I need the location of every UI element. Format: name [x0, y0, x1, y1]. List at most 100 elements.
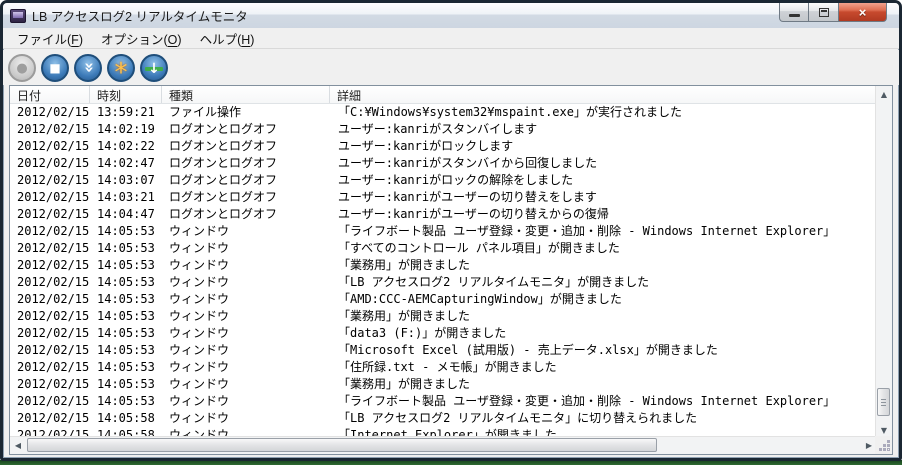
table-row[interactable]: 2012/02/1514:05:53ウィンドウ「LB アクセスログ2 リアルタイ… [10, 274, 875, 291]
cell-detail: 「ライフボート製品 ユーザ登録・変更・追加・削除 - Windows Inter… [330, 393, 875, 410]
table-row[interactable]: 2012/02/1513:59:21ファイル操作「C:¥Windows¥syst… [10, 104, 875, 121]
table-row[interactable]: 2012/02/1514:02:22ログオンとログオフユーザー:kanriがロッ… [10, 138, 875, 155]
cell-time: 14:03:21 [90, 189, 162, 206]
window-title: LB アクセスログ2 リアルタイムモニタ [32, 6, 248, 25]
cell-type: ウィンドウ [162, 274, 330, 291]
screen: LB アクセスログ2 リアルタイムモニタ × ファイル(F) オプション(O) … [0, 0, 902, 465]
menu-file-accel: F [71, 33, 79, 47]
cell-time: 14:05:53 [90, 376, 162, 393]
column-header-type[interactable]: 種類 [162, 86, 330, 103]
toolbar: ● ■ » * ↓ [3, 50, 899, 85]
table-row-partial[interactable]: 2012/02/1514:05:58ウィンドウ「Internet Explore… [10, 427, 875, 436]
table-row[interactable]: 2012/02/1514:05:53ウィンドウ「data3 (F:)」が開きまし… [10, 325, 875, 342]
cell-time: 14:05:53 [90, 223, 162, 240]
horizontal-scroll-thumb[interactable] [27, 438, 657, 452]
cell-time: 14:05:53 [90, 308, 162, 325]
title-bar[interactable]: LB アクセスログ2 リアルタイムモニタ [3, 3, 899, 28]
cell-date: 2012/02/15 [10, 308, 90, 325]
cell-date: 2012/02/15 [10, 325, 90, 342]
table-row[interactable]: 2012/02/1514:05:53ウィンドウ「Microsoft Excel … [10, 342, 875, 359]
menu-help-accel: H [241, 33, 250, 47]
table-row[interactable]: 2012/02/1514:02:19ログオンとログオフユーザー:kanriがスタ… [10, 121, 875, 138]
table-row[interactable]: 2012/02/1514:05:58ウィンドウ「LB アクセスログ2 リアルタイ… [10, 410, 875, 427]
cell-detail: 「業務用」が開きました [330, 308, 875, 325]
log-listview: 日付 時刻 種類 詳細 2012/02/1513:59:21ファイル操作「C:¥… [9, 85, 893, 455]
cell-time: 14:05:53 [90, 257, 162, 274]
minimize-button[interactable] [779, 3, 809, 22]
table-row[interactable]: 2012/02/1514:03:21ログオンとログオフユーザー:kanriがユー… [10, 189, 875, 206]
cell-type: ウィンドウ [162, 223, 330, 240]
table-row[interactable]: 2012/02/1514:05:53ウィンドウ「業務用」が開きました [10, 376, 875, 393]
menu-options[interactable]: オプション(O) [92, 27, 191, 50]
menu-options-close: ) [177, 33, 181, 47]
table-row[interactable]: 2012/02/1514:05:53ウィンドウ「すべてのコントロール パネル項目… [10, 240, 875, 257]
cell-detail: 「ライフボート製品 ユーザ登録・変更・追加・削除 - Windows Inter… [330, 223, 875, 240]
resize-grip[interactable] [888, 449, 889, 450]
cell-detail: 「LB アクセスログ2 リアルタイムモニタ」が開きました [330, 274, 875, 291]
menu-help-label: ヘルプ( [200, 33, 242, 47]
auto-marker-button[interactable]: ↓ [140, 54, 168, 82]
cell-time: 14:05:53 [90, 359, 162, 376]
cell-detail: ユーザー:kanriがロックの解除をしました [330, 172, 875, 189]
close-button[interactable]: × [839, 3, 887, 22]
cell-detail: 「業務用」が開きました [330, 257, 875, 274]
column-header-date[interactable]: 日付 [10, 86, 90, 103]
cell-date: 2012/02/15 [10, 342, 90, 359]
cell-type: ウィンドウ [162, 376, 330, 393]
table-row[interactable]: 2012/02/1514:05:53ウィンドウ「業務用」が開きました [10, 257, 875, 274]
scroll-left-icon[interactable]: ◀ [10, 437, 26, 454]
cell-type: ウィンドウ [162, 325, 330, 342]
horizontal-scrollbar[interactable]: ◀ ▶ [10, 436, 877, 454]
cell-detail: 「LB アクセスログ2 リアルタイムモニタ」に切り替えられました [330, 410, 875, 427]
app-icon [10, 9, 26, 23]
column-header-time[interactable]: 時刻 [90, 86, 162, 103]
stop-button[interactable]: ■ [41, 54, 69, 82]
cell-time: 14:05:53 [90, 342, 162, 359]
cell-time: 14:05:53 [90, 274, 162, 291]
scroll-latest-button[interactable]: » [74, 54, 102, 82]
menu-bar: ファイル(F) オプション(O) ヘルプ(H) [3, 28, 899, 49]
table-row[interactable]: 2012/02/1514:02:47ログオンとログオフユーザー:kanriがスタ… [10, 155, 875, 172]
table-row[interactable]: 2012/02/1514:05:53ウィンドウ「業務用」が開きました [10, 308, 875, 325]
cell-type: ウィンドウ [162, 240, 330, 257]
record-button[interactable]: ● [8, 54, 36, 82]
star-icon: * [115, 60, 128, 86]
cell-detail: 「data3 (F:)」が開きました [330, 325, 875, 342]
cell-type: ログオンとログオフ [162, 189, 330, 206]
menu-file[interactable]: ファイル(F) [8, 27, 92, 50]
cell-date: 2012/02/15 [10, 138, 90, 155]
table-row[interactable]: 2012/02/1514:05:53ウィンドウ「AMD:CCC-AEMCaptu… [10, 291, 875, 308]
cell-date: 2012/02/15 [10, 121, 90, 138]
menu-help-close: ) [250, 33, 254, 47]
cell-date: 2012/02/15 [10, 274, 90, 291]
cell-type: ログオンとログオフ [162, 121, 330, 138]
cell-date: 2012/02/15 [10, 359, 90, 376]
stop-icon: ■ [49, 62, 60, 74]
table-row[interactable]: 2012/02/1514:05:53ウィンドウ「ライフボート製品 ユーザ登録・変… [10, 393, 875, 410]
menu-help[interactable]: ヘルプ(H) [191, 27, 264, 50]
cell-time: 14:02:19 [90, 121, 162, 138]
table-row[interactable]: 2012/02/1514:05:53ウィンドウ「住所録.txt - メモ帳」が開… [10, 359, 875, 376]
cell-time: 14:03:07 [90, 172, 162, 189]
table-row[interactable]: 2012/02/1514:03:07ログオンとログオフユーザー:kanriがロッ… [10, 172, 875, 189]
cell-date: 2012/02/15 [10, 155, 90, 172]
cell-time: 14:05:53 [90, 393, 162, 410]
log-rows: 2012/02/1513:59:21ファイル操作「C:¥Windows¥syst… [10, 104, 875, 436]
vertical-scrollbar[interactable]: ▲ ▼ [875, 86, 892, 438]
highlight-button[interactable]: * [107, 54, 135, 82]
maximize-button[interactable] [809, 3, 839, 22]
scroll-up-icon[interactable]: ▲ [876, 86, 892, 102]
menu-options-accel: O [168, 33, 178, 47]
table-row[interactable]: 2012/02/1514:04:47ログオンとログオフユーザー:kanriがユー… [10, 206, 875, 223]
cell-date: 2012/02/15 [10, 376, 90, 393]
column-header-detail[interactable]: 詳細 [330, 86, 875, 103]
cell-date: 2012/02/15 [10, 393, 90, 410]
cell-date: 2012/02/15 [10, 257, 90, 274]
vertical-scroll-thumb[interactable] [877, 388, 890, 416]
cell-date: 2012/02/15 [10, 291, 90, 308]
cell-type: ウィンドウ [162, 291, 330, 308]
table-row[interactable]: 2012/02/1514:05:53ウィンドウ「ライフボート製品 ユーザ登録・変… [10, 223, 875, 240]
cell-detail: ユーザー:kanriがユーザーの切り替えからの復帰 [330, 206, 875, 223]
cell-date: 2012/02/15 [10, 240, 90, 257]
cell-time: 14:02:22 [90, 138, 162, 155]
